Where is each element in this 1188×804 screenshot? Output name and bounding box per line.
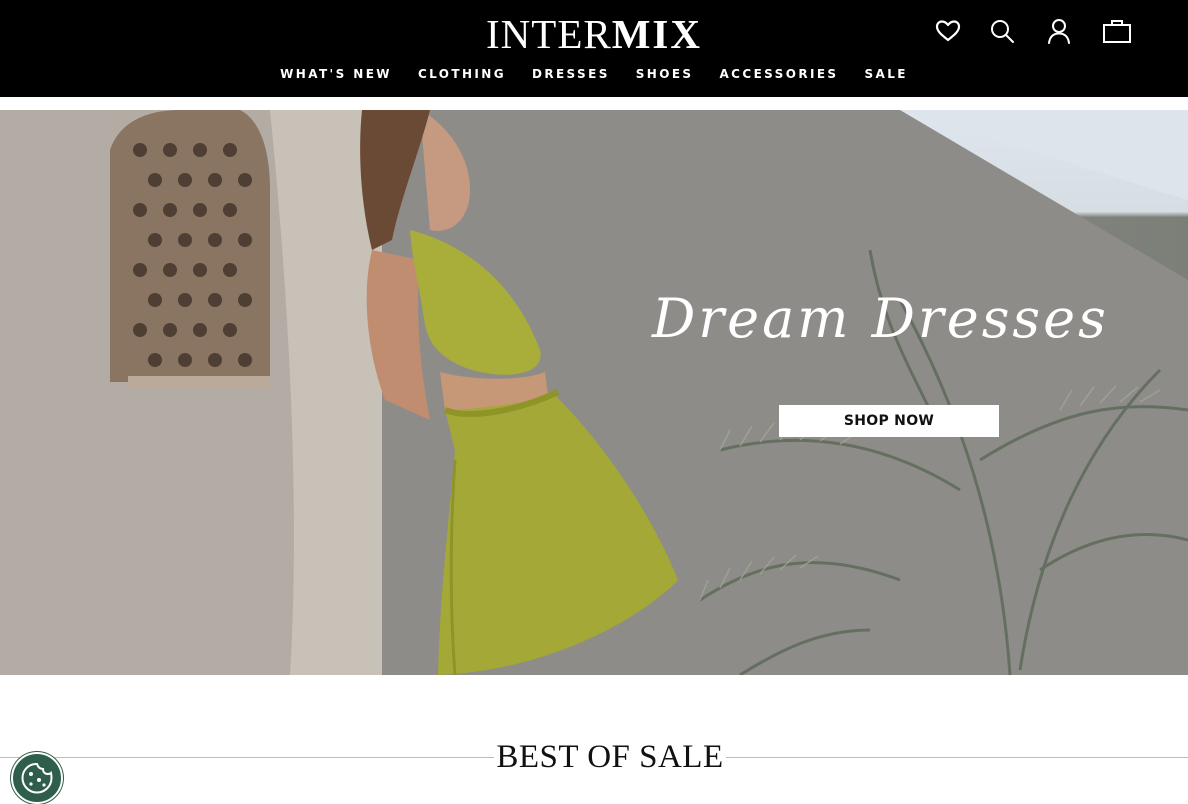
search-icon <box>991 20 1014 43</box>
site-header: INTERMIX WHAT'S NEW CLOTHING DRESSES SHO… <box>0 0 1188 97</box>
heart-icon <box>935 20 961 42</box>
nav-dresses[interactable]: DRESSES <box>519 66 623 82</box>
best-of-sale-header: BEST OF SALE <box>0 735 1188 779</box>
wishlist-heart-icon[interactable] <box>931 14 965 48</box>
logo-part-mix: MIX <box>611 11 702 57</box>
nav-shoes[interactable]: SHOES <box>623 66 707 82</box>
window-sill <box>128 376 270 390</box>
section-title: BEST OF SALE <box>496 739 724 775</box>
divider-left <box>0 757 494 758</box>
nav-clothing[interactable]: CLOTHING <box>405 66 519 82</box>
account-button[interactable] <box>1042 14 1076 48</box>
hero-image <box>0 110 1188 675</box>
shopping-bag-button[interactable] <box>1100 14 1134 48</box>
cookie-icon <box>21 762 53 794</box>
main-navigation: WHAT'S NEW CLOTHING DRESSES SHOES ACCESS… <box>0 66 1188 82</box>
nav-sale[interactable]: SALE <box>851 66 920 82</box>
cookie-settings-button[interactable] <box>11 752 63 804</box>
nav-whats-new[interactable]: WHAT'S NEW <box>267 66 405 82</box>
account-icon <box>1048 19 1070 44</box>
hero-headline: Dream Dresses <box>652 287 1109 350</box>
divider-right <box>726 757 1188 758</box>
nav-accessories[interactable]: ACCESSORIES <box>706 66 851 82</box>
logo-part-inter: INTER <box>486 11 612 57</box>
bag-icon <box>1103 20 1131 43</box>
search-button[interactable] <box>985 14 1019 48</box>
shop-now-button[interactable]: SHOP NOW <box>779 405 999 437</box>
hero-banner[interactable]: Dream Dresses SHOP NOW <box>0 110 1188 675</box>
